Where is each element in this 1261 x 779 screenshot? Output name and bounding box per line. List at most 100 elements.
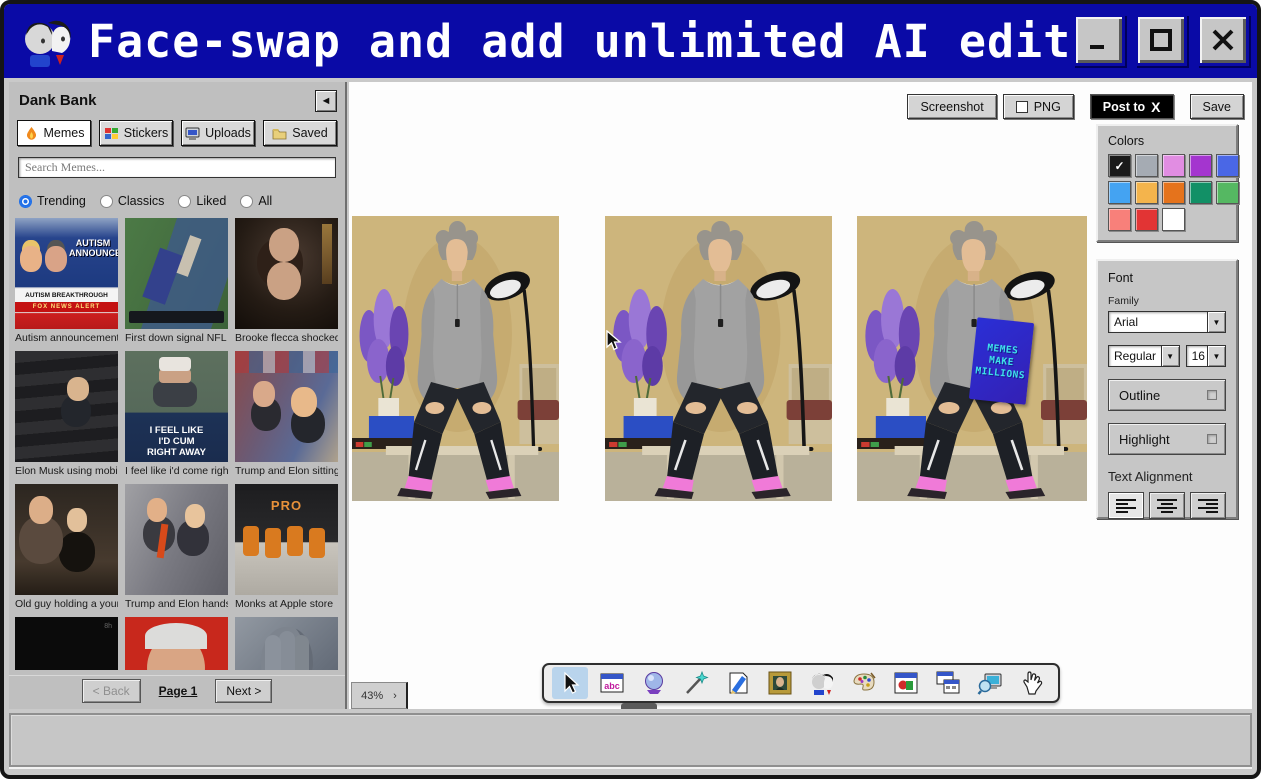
color-swatch-orange[interactable] bbox=[1162, 181, 1185, 204]
color-swatch-marigold[interactable] bbox=[1135, 181, 1158, 204]
meme-thumbnail-feel-like[interactable]: I FEEL LIKE I'D CUM RIGHT AWAY bbox=[125, 351, 228, 462]
color-swatch-black[interactable]: ✓ bbox=[1108, 154, 1131, 177]
color-swatch-teal[interactable] bbox=[1189, 181, 1212, 204]
zoom-expand-chevron[interactable]: › bbox=[393, 690, 397, 702]
tool-framed-image[interactable] bbox=[762, 667, 798, 699]
alignment-label: Text Alignment bbox=[1108, 469, 1226, 484]
tool-select-cursor[interactable] bbox=[552, 667, 588, 699]
color-swatch-purple[interactable] bbox=[1189, 154, 1212, 177]
meme-thumbnail-facepalm[interactable] bbox=[235, 617, 338, 670]
filter-liked[interactable]: Liked bbox=[178, 194, 226, 208]
canvas-image-3[interactable]: MEMES MAKE MILLIONS bbox=[857, 216, 1087, 501]
meme-thumbnail-trump-elon-sitting[interactable] bbox=[235, 351, 338, 462]
back-button[interactable]: < Back bbox=[82, 679, 141, 703]
tab-stickers[interactable]: Stickers bbox=[99, 120, 173, 146]
zoom-level-value: 43% bbox=[361, 690, 383, 702]
tool-magic-wand[interactable] bbox=[678, 667, 714, 699]
color-swatch-red[interactable] bbox=[1135, 208, 1158, 231]
color-swatch-salmon[interactable] bbox=[1108, 208, 1131, 231]
chevron-down-icon[interactable]: ▼ bbox=[1207, 346, 1225, 366]
color-swatch-white[interactable] bbox=[1162, 208, 1185, 231]
next-button[interactable]: Next > bbox=[215, 679, 272, 703]
outline-checkbox[interactable] bbox=[1207, 390, 1217, 400]
cascade-windows-icon bbox=[935, 670, 961, 696]
meme-thumbnail-autism-announcement[interactable]: AUTISM ANNOUNCEMENT AUTISM BREAKTHROUGH … bbox=[15, 218, 118, 329]
page-indicator[interactable]: Page 1 bbox=[159, 684, 198, 698]
align-center-button[interactable] bbox=[1149, 492, 1185, 519]
font-panel: Font Family Arial ▼ Regular ▼ 16 ▼ Outli… bbox=[1096, 259, 1238, 519]
font-style-select[interactable]: Regular ▼ bbox=[1108, 345, 1180, 367]
close-button[interactable] bbox=[1197, 14, 1249, 66]
color-swatch-blue[interactable] bbox=[1108, 181, 1131, 204]
toolbar-drag-handle[interactable] bbox=[621, 703, 657, 709]
sidebar-collapse-button[interactable]: ◄ bbox=[315, 90, 337, 112]
meme-thumbnail-brooke-shocked[interactable] bbox=[235, 218, 338, 329]
tool-preview-search[interactable] bbox=[972, 667, 1008, 699]
tool-cascade-windows[interactable] bbox=[930, 667, 966, 699]
save-button[interactable]: Save bbox=[1190, 94, 1245, 119]
canvas-actions: Screenshot PNG Post to X Save bbox=[907, 94, 1244, 119]
zoom-level-tab[interactable]: 43% › bbox=[351, 682, 408, 709]
color-swatch-gray[interactable] bbox=[1135, 154, 1158, 177]
tool-paint-palette[interactable] bbox=[846, 667, 882, 699]
pagination: < Back Page 1 Next > bbox=[9, 675, 345, 705]
tab-uploads[interactable]: Uploads bbox=[181, 120, 255, 146]
screenshot-button[interactable]: Screenshot bbox=[907, 94, 996, 119]
save-label: Save bbox=[1203, 100, 1232, 114]
computer-icon bbox=[185, 126, 200, 141]
color-swatch-orchid[interactable] bbox=[1162, 154, 1185, 177]
font-family-select[interactable]: Arial ▼ bbox=[1108, 311, 1226, 333]
tab-label: Memes bbox=[44, 126, 85, 140]
editor-canvas[interactable]: Screenshot PNG Post to X Save Colors ✓ bbox=[349, 82, 1252, 709]
filter-all[interactable]: All bbox=[240, 194, 272, 208]
svg-text:abc: abc bbox=[604, 681, 620, 691]
thumb-overlay-text: AUTISM bbox=[69, 238, 117, 248]
filter-trending[interactable]: Trending bbox=[19, 194, 86, 208]
cursor-arrow-icon bbox=[557, 670, 583, 696]
tool-image-window[interactable] bbox=[888, 667, 924, 699]
minimize-button[interactable] bbox=[1073, 14, 1125, 66]
tool-draw-edit[interactable] bbox=[720, 667, 756, 699]
sidebar-tabs: Memes Stickers Uploads bbox=[17, 120, 337, 146]
outline-toggle[interactable]: Outline bbox=[1108, 379, 1226, 411]
outline-label: Outline bbox=[1119, 388, 1160, 403]
color-swatches: ✓ bbox=[1108, 154, 1226, 231]
meme-thumbnail-old-guy[interactable] bbox=[15, 484, 118, 595]
minimize-icon bbox=[1086, 27, 1112, 53]
post-to-x-button[interactable]: Post to X bbox=[1090, 94, 1174, 119]
font-size-select[interactable]: 16 ▼ bbox=[1186, 345, 1226, 367]
tool-hand-pan[interactable] bbox=[1014, 667, 1050, 699]
meme-thumbnail-mourinho[interactable] bbox=[125, 617, 228, 670]
meme-thumbnail-first-down[interactable] bbox=[125, 218, 228, 329]
search-input[interactable] bbox=[18, 157, 336, 178]
chevron-down-icon[interactable]: ▼ bbox=[1161, 346, 1179, 366]
meme-thumbnail-trump-elon-handshake[interactable] bbox=[125, 484, 228, 595]
meme-caption: Trump and Elon sitting t.. bbox=[235, 462, 338, 477]
thumb-overlay-text: ANNOUNCEMENT bbox=[69, 248, 117, 258]
align-right-button[interactable] bbox=[1190, 492, 1226, 519]
tab-saved[interactable]: Saved bbox=[263, 120, 337, 146]
filter-classics[interactable]: Classics bbox=[100, 194, 165, 208]
meme-thumbnail-tweet[interactable]: 8h bbox=[15, 617, 118, 670]
png-checkbox-button[interactable]: PNG bbox=[1003, 94, 1074, 119]
post-label: Post to bbox=[1103, 100, 1145, 114]
tab-label: Stickers bbox=[124, 126, 168, 140]
canvas-image-1[interactable] bbox=[352, 216, 559, 501]
tool-face-swap[interactable] bbox=[804, 667, 840, 699]
meme-caption: Brooke flecca shocked bbox=[235, 329, 338, 344]
png-checkbox[interactable] bbox=[1016, 101, 1028, 113]
tool-text[interactable]: abc bbox=[594, 667, 630, 699]
tab-memes[interactable]: Memes bbox=[17, 120, 91, 146]
meme-thumbnail-monks-apple[interactable]: PRO bbox=[235, 484, 338, 595]
highlight-checkbox[interactable] bbox=[1207, 434, 1217, 444]
align-left-button[interactable] bbox=[1108, 492, 1144, 519]
canvas-image-2[interactable] bbox=[605, 216, 832, 501]
highlight-toggle[interactable]: Highlight bbox=[1108, 423, 1226, 455]
tool-crystal-ball[interactable] bbox=[636, 667, 672, 699]
chevron-down-icon[interactable]: ▼ bbox=[1207, 312, 1225, 332]
thumb-overlay-text: PRO bbox=[235, 498, 338, 513]
color-swatch-green[interactable] bbox=[1216, 181, 1239, 204]
meme-thumbnail-elon-mobile[interactable] bbox=[15, 351, 118, 462]
maximize-button[interactable] bbox=[1135, 14, 1187, 66]
color-swatch-royal-blue[interactable] bbox=[1216, 154, 1239, 177]
